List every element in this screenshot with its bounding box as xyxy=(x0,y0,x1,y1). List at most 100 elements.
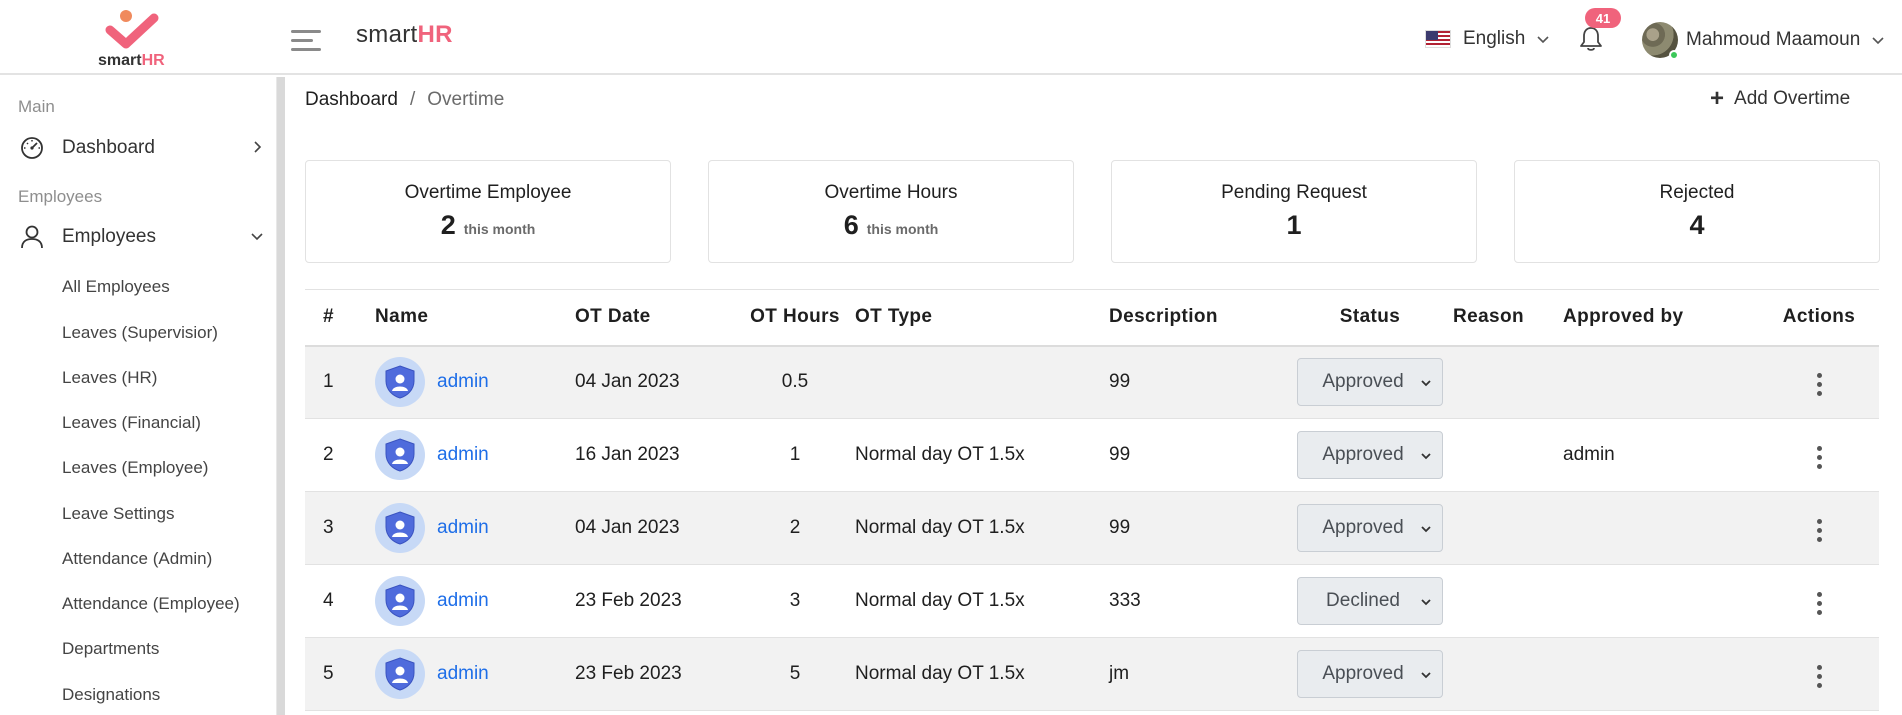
us-flag-icon xyxy=(1425,30,1451,48)
sidebar-subitem-attendance-employee[interactable]: Attendance (Employee) xyxy=(62,594,240,614)
more-actions-icon[interactable] xyxy=(1807,586,1832,621)
shield-user-icon xyxy=(385,365,415,399)
status-value: Approved xyxy=(1322,517,1404,538)
employee-avatar-icon[interactable] xyxy=(375,430,425,480)
col-header-ot-date[interactable]: OT Date xyxy=(575,289,735,347)
status-select[interactable]: Approved xyxy=(1297,650,1443,698)
status-value: Approved xyxy=(1322,663,1404,684)
language-selector[interactable]: English xyxy=(1425,25,1551,53)
notification-badge[interactable]: 41 xyxy=(1585,8,1621,28)
sidebar-scrollbar[interactable] xyxy=(277,77,285,715)
status-value: Approved xyxy=(1322,371,1404,393)
brand-title: smartHR xyxy=(356,21,453,49)
chevron-down-icon xyxy=(1421,526,1431,533)
shield-user-icon xyxy=(385,511,415,545)
sidebar-item-label: Employees xyxy=(62,226,156,247)
user-icon xyxy=(21,225,43,249)
col-header-ot-type[interactable]: OT Type xyxy=(855,289,1109,347)
employee-name-link[interactable]: admin xyxy=(437,444,489,466)
chevron-down-icon xyxy=(1872,37,1884,45)
approved-by xyxy=(1563,345,1759,419)
online-status-dot xyxy=(1669,50,1679,60)
menu-icon[interactable] xyxy=(291,28,321,52)
ot-date: 23 Feb 2023 xyxy=(575,637,735,711)
chevron-down-icon xyxy=(1421,380,1431,387)
more-actions-icon[interactable] xyxy=(1807,513,1832,548)
employee-name-link[interactable]: admin xyxy=(437,517,489,539)
sidebar-item-employees[interactable]: Employees xyxy=(18,220,272,254)
description: jm xyxy=(1109,637,1287,711)
sidebar-subitem-leaves-employee[interactable]: Leaves (Employee) xyxy=(62,458,208,478)
row-number: 4 xyxy=(305,564,375,638)
col-header-ot-hours[interactable]: OT Hours xyxy=(735,289,855,347)
table-row: 1 admin 04 Jan 2023 0.5 99 Approved xyxy=(305,345,1879,419)
chevron-right-icon xyxy=(254,141,262,153)
status-select[interactable]: Declined xyxy=(1297,577,1443,625)
chevron-down-icon xyxy=(1421,599,1431,606)
sidebar-subitem-all-employees[interactable]: All Employees xyxy=(62,277,170,297)
dashboard-gauge-icon xyxy=(21,137,43,159)
col-header-approved-by[interactable]: Approved by xyxy=(1563,289,1759,347)
col-header-status[interactable]: Status xyxy=(1287,289,1453,347)
chevron-down-icon xyxy=(1421,453,1431,460)
ot-type: Normal day OT 1.5x xyxy=(855,637,1109,711)
stat-value: 2 xyxy=(440,210,456,240)
status-select[interactable]: Approved xyxy=(1297,431,1443,479)
sidebar-subitem-leaves-financial[interactable]: Leaves (Financial) xyxy=(62,413,201,433)
employee-avatar-icon[interactable] xyxy=(375,503,425,553)
table-row: 2 admin 16 Jan 2023 1 Normal day OT 1.5x… xyxy=(305,418,1879,492)
shield-user-icon xyxy=(385,584,415,618)
sidebar-section-main: Main xyxy=(18,97,55,116)
sidebar-subitem-designations[interactable]: Designations xyxy=(62,685,160,705)
ot-type xyxy=(855,345,1109,419)
more-actions-icon[interactable] xyxy=(1807,367,1832,402)
col-header-name[interactable]: Name xyxy=(375,289,575,347)
more-actions-icon[interactable] xyxy=(1807,659,1832,694)
reason xyxy=(1453,491,1563,565)
stat-title: Overtime Hours xyxy=(824,182,958,203)
status-select[interactable]: Approved xyxy=(1297,358,1443,407)
sidebar-item-dashboard[interactable]: Dashboard xyxy=(18,131,272,165)
status-select[interactable]: Approved xyxy=(1297,504,1443,552)
employee-name-link[interactable]: admin xyxy=(437,590,489,612)
user-menu[interactable]: Mahmoud Maamoun xyxy=(1642,22,1886,60)
bell-icon[interactable] xyxy=(1578,25,1604,53)
breadcrumb-dashboard[interactable]: Dashboard xyxy=(305,89,398,111)
ot-date: 16 Jan 2023 xyxy=(575,418,735,492)
more-actions-icon[interactable] xyxy=(1807,440,1832,475)
add-overtime-button[interactable]: + Add Overtime xyxy=(1710,87,1850,111)
ot-type: Normal day OT 1.5x xyxy=(855,418,1109,492)
stat-card-pending-request: Pending Request 1 xyxy=(1111,160,1477,263)
sidebar-subitem-leaves-supervisor[interactable]: Leaves (Supervisior) xyxy=(62,323,218,343)
employee-name-link[interactable]: admin xyxy=(437,663,489,685)
chevron-down-icon xyxy=(1421,672,1431,679)
sidebar-subitem-attendance-admin[interactable]: Attendance (Admin) xyxy=(62,549,212,569)
sidebar-subitem-leave-settings[interactable]: Leave Settings xyxy=(62,504,174,524)
ot-hours: 0.5 xyxy=(735,345,855,419)
ot-hours: 5 xyxy=(735,637,855,711)
row-number: 1 xyxy=(305,345,375,419)
employee-name-link[interactable]: admin xyxy=(437,371,489,393)
sidebar-subitem-leaves-hr[interactable]: Leaves (HR) xyxy=(62,368,157,388)
employee-avatar-icon[interactable] xyxy=(375,649,425,699)
ot-date: 04 Jan 2023 xyxy=(575,345,735,419)
brand-hr: HR xyxy=(417,21,453,48)
col-header-reason[interactable]: Reason xyxy=(1453,289,1563,347)
chevron-down-icon xyxy=(251,233,263,241)
stat-card-overtime-employee: Overtime Employee 2 this month xyxy=(305,160,671,263)
row-number: 2 xyxy=(305,418,375,492)
sidebar-subitem-departments[interactable]: Departments xyxy=(62,639,159,659)
col-header-description[interactable]: Description xyxy=(1109,289,1287,347)
table-row: 4 admin 23 Feb 2023 3 Normal day OT 1.5x… xyxy=(305,564,1879,638)
employee-avatar-icon[interactable] xyxy=(375,576,425,626)
approved-by: admin xyxy=(1563,418,1759,492)
description: 99 xyxy=(1109,491,1287,565)
reason xyxy=(1453,345,1563,419)
user-name: Mahmoud Maamoun xyxy=(1686,29,1861,50)
description: 333 xyxy=(1109,564,1287,638)
sidebar-item-label: Dashboard xyxy=(62,137,155,158)
employee-avatar-icon[interactable] xyxy=(375,357,425,408)
col-header-number[interactable]: # xyxy=(305,289,375,347)
reason xyxy=(1453,418,1563,492)
approved-by xyxy=(1563,637,1759,711)
